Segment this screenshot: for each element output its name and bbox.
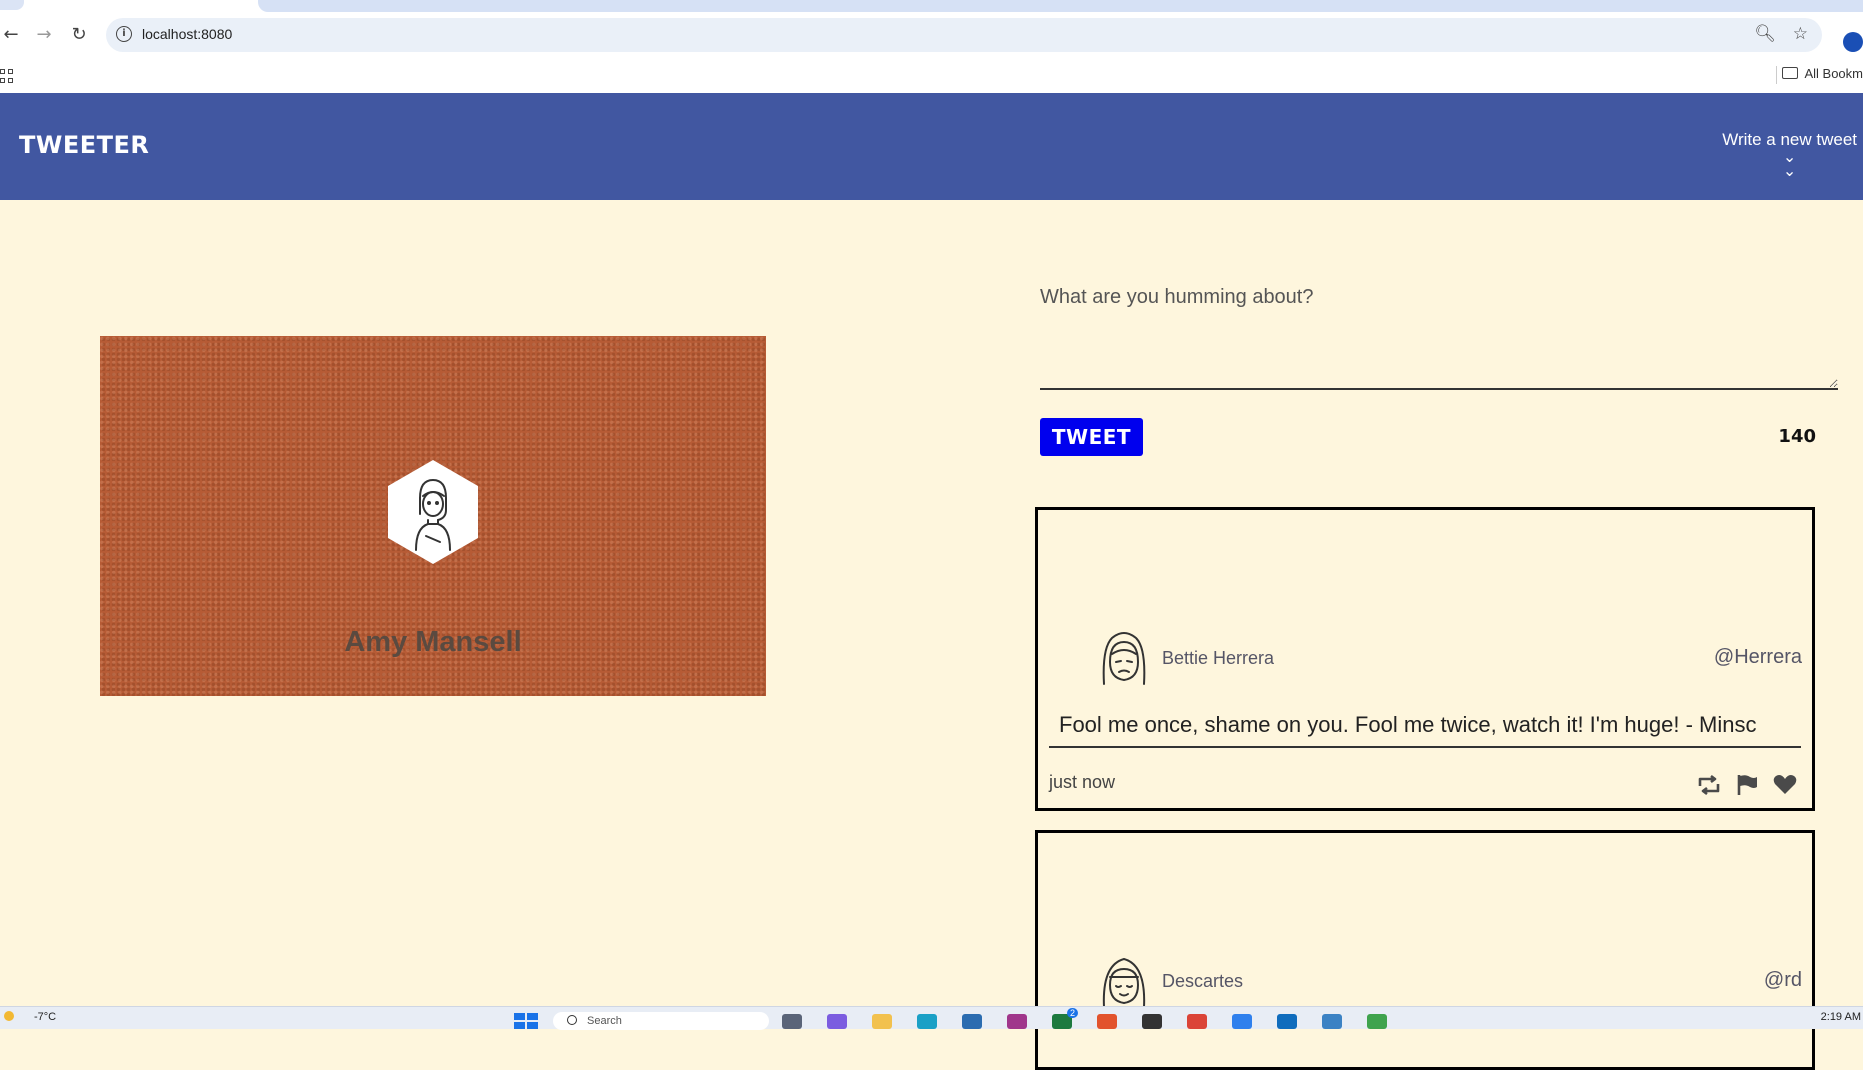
brave-icon[interactable] bbox=[1097, 1014, 1117, 1029]
tweet-author-name: Bettie Herrera bbox=[1162, 648, 1275, 668]
tab-strip-background bbox=[258, 0, 1863, 12]
address-bar[interactable]: i localhost:8080 🔍︎ ☆ bbox=[106, 18, 1822, 52]
user-avatar-icon bbox=[1102, 957, 1146, 1008]
site-info-icon[interactable]: i bbox=[116, 26, 132, 42]
notepad-icon[interactable] bbox=[1322, 1014, 1342, 1029]
browser-tab-strip bbox=[0, 0, 1863, 12]
bookmark-star-icon[interactable]: ☆ bbox=[1793, 24, 1808, 44]
store-icon[interactable] bbox=[962, 1014, 982, 1029]
bookmarks-divider bbox=[1776, 66, 1777, 84]
taskbar-search-label: Search bbox=[587, 1015, 622, 1027]
tweet-submit-button[interactable]: TWEET bbox=[1040, 418, 1143, 456]
app-header: TWEETER Write a new tweet ⌄ ⌄ bbox=[0, 93, 1863, 200]
heart-icon[interactable] bbox=[1772, 774, 1798, 796]
tweet-card: Bettie Herrera @Herrera Fool me once, sh… bbox=[1035, 507, 1815, 811]
weather-temp: -7°C bbox=[34, 1011, 57, 1023]
notification-badge: 2 bbox=[1066, 1008, 1078, 1018]
tweet-card: Descartes @rd bbox=[1035, 830, 1815, 1070]
edge-icon[interactable] bbox=[917, 1014, 937, 1029]
reload-icon[interactable]: ↻ bbox=[68, 24, 90, 46]
character-counter: 140 bbox=[1778, 426, 1816, 447]
outlook-icon[interactable] bbox=[1277, 1014, 1297, 1029]
active-tab-edge[interactable] bbox=[0, 0, 24, 10]
tweet-author-handle: @rd bbox=[1763, 969, 1802, 991]
folder-icon bbox=[1782, 67, 1799, 79]
globe-icon[interactable] bbox=[1367, 1014, 1387, 1029]
search-icon bbox=[567, 1015, 577, 1025]
vscode-icon[interactable] bbox=[1232, 1014, 1252, 1029]
taskbar-search[interactable]: Search bbox=[553, 1012, 769, 1030]
back-arrow-icon[interactable]: ← bbox=[0, 24, 22, 46]
all-bookmarks-label: All Bookm bbox=[1804, 66, 1863, 81]
double-chevron-down-icon[interactable]: ⌄ ⌄ bbox=[1722, 149, 1857, 179]
all-bookmarks-button[interactable]: All Bookm bbox=[1782, 66, 1863, 81]
profile-avatar-icon bbox=[388, 460, 478, 564]
tweet-body: Fool me once, shame on you. Fool me twic… bbox=[1049, 712, 1801, 748]
retweet-icon[interactable] bbox=[1696, 774, 1722, 796]
forward-arrow-icon[interactable]: → bbox=[33, 24, 55, 46]
file-explorer-icon[interactable] bbox=[872, 1014, 892, 1029]
tweet-timestamp: just now bbox=[1049, 772, 1116, 792]
tweet-author-name: Descartes bbox=[1162, 971, 1244, 991]
windows-start-icon[interactable] bbox=[514, 1013, 538, 1029]
url-text[interactable]: localhost:8080 bbox=[142, 26, 232, 42]
profile-name: Amy Mansell bbox=[344, 626, 522, 658]
app-title: TWEETER bbox=[19, 131, 150, 159]
copilot-icon[interactable] bbox=[827, 1014, 847, 1029]
windows-taskbar: -7°C Search 2 2:19 AM bbox=[0, 1006, 1863, 1030]
weather-widget[interactable]: -7°C bbox=[4, 1011, 56, 1023]
tweet-actions bbox=[1696, 774, 1798, 796]
weather-icon bbox=[4, 1011, 14, 1021]
excel-icon[interactable]: 2 bbox=[1052, 1008, 1078, 1029]
zoom-icon[interactable]: 🔍︎ bbox=[1754, 24, 1776, 44]
tweet-compose-input[interactable] bbox=[1040, 286, 1838, 390]
bookmarks-bar: All Bookm bbox=[0, 58, 1863, 93]
browser-toolbar: ← → ↻ i localhost:8080 🔍︎ ☆ bbox=[0, 12, 1863, 58]
apps-grid-icon[interactable] bbox=[0, 69, 14, 83]
profile-avatar-icon[interactable] bbox=[1843, 32, 1863, 52]
app-icon-purple[interactable] bbox=[1007, 1014, 1027, 1029]
terminal-icon[interactable] bbox=[1142, 1014, 1162, 1029]
user-avatar-icon bbox=[1102, 632, 1146, 685]
task-view-icon[interactable] bbox=[782, 1014, 802, 1029]
taskbar-clock[interactable]: 2:19 AM bbox=[1821, 1011, 1861, 1023]
tweet-author-handle: @Herrera bbox=[1713, 646, 1802, 668]
flag-icon[interactable] bbox=[1734, 774, 1760, 796]
profile-card: Amy Mansell bbox=[100, 336, 766, 696]
chrome-icon[interactable] bbox=[1187, 1014, 1207, 1029]
write-new-tweet-toggle[interactable]: Write a new tweet ⌄ ⌄ bbox=[1722, 130, 1857, 179]
